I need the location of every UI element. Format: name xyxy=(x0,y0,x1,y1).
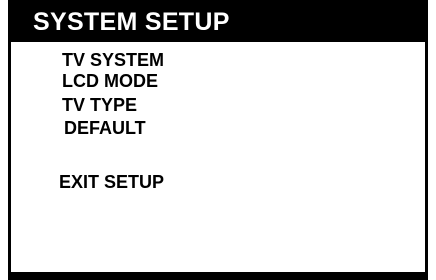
system-setup-menu: SYSTEM SETUP TV SYSTEM LCD MODE TV TYPE … xyxy=(8,0,428,280)
menu-title: SYSTEM SETUP xyxy=(33,7,230,36)
menu-item-lcd-mode[interactable]: LCD MODE xyxy=(62,72,158,90)
menu-item-tv-system[interactable]: TV SYSTEM xyxy=(62,51,164,69)
menu-item-default[interactable]: DEFAULT xyxy=(64,119,146,137)
title-bar: SYSTEM SETUP xyxy=(11,0,425,42)
menu-item-exit-setup[interactable]: EXIT SETUP xyxy=(59,173,164,191)
bottom-bar xyxy=(11,272,425,280)
menu-item-tv-type[interactable]: TV TYPE xyxy=(62,96,137,114)
